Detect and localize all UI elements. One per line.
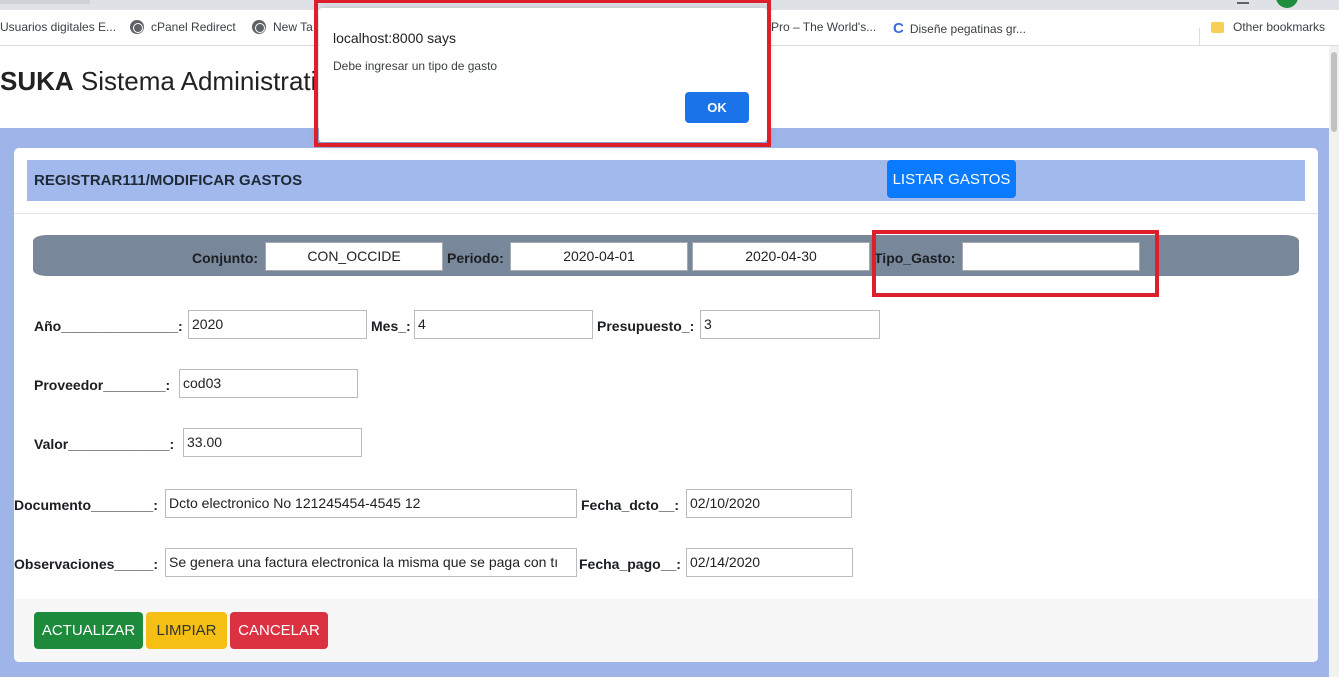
header-divider <box>14 213 1318 214</box>
periodo-label: Periodo: <box>447 250 504 266</box>
documento-label: Documento________: <box>14 497 158 513</box>
bookmark-disene[interactable]: C Diseñe pegatinas gr... <box>893 20 1026 37</box>
bookmark-cpanel[interactable]: cPanel Redirect <box>130 20 236 34</box>
scrollbar-track[interactable] <box>1329 46 1339 677</box>
tab-fragment[interactable] <box>0 0 90 4</box>
conjunto-field[interactable]: CON_OCCIDE <box>265 242 443 271</box>
gastos-card: REGISTRAR111/MODIFICAR GASTOS LISTAR GAS… <box>14 148 1318 662</box>
fecha-pago-label: Fecha_pago__: <box>579 556 681 572</box>
bookmark-label: xPro – The World's... <box>765 20 877 34</box>
bookmark-label: New Ta <box>273 20 313 34</box>
app-title-text: Sistema Administrati <box>80 66 317 96</box>
list-gastos-button[interactable]: LISTAR GASTOS <box>887 160 1016 198</box>
card-title: REGISTRAR111/MODIFICAR GASTOS <box>34 172 303 189</box>
bookmark-label: Diseñe pegatinas gr... <box>909 21 1026 36</box>
bookmark-usuarios[interactable]: Usuarios digitales E... <box>0 20 116 34</box>
bookmark-new-tab[interactable]: New Ta <box>252 20 313 34</box>
conjunto-label: Conjunto: <box>192 250 259 266</box>
proveedor-field[interactable]: cod03 <box>179 369 358 398</box>
fecha-dcto-label: Fecha_dcto__: <box>581 497 680 513</box>
periodo-start-field[interactable]: 2020-04-01 <box>510 242 688 271</box>
documento-field[interactable]: Dcto electronico No 121245454-4545 12 <box>165 489 577 518</box>
bookmark-xpro[interactable]: xPro – The World's... <box>765 20 876 34</box>
presupuesto-label: Presupuesto_: <box>597 318 695 334</box>
dialog-highlight <box>314 0 771 147</box>
observaciones-label: Observaciones_____: <box>14 556 158 572</box>
tipo-gasto-highlight <box>872 230 1159 297</box>
bookmark-label: cPanel Redirect <box>151 20 236 34</box>
observaciones-field[interactable]: Se genera una factura electronica la mis… <box>165 548 577 577</box>
other-bookmarks[interactable]: Other bookmarks <box>1211 20 1325 34</box>
mes-field[interactable]: 4 <box>414 310 593 339</box>
mes-label: Mes_: <box>371 318 411 334</box>
globe-icon <box>130 20 144 34</box>
update-button[interactable]: ACTUALIZAR <box>34 612 143 649</box>
cancel-button[interactable]: CANCELAR <box>230 612 328 649</box>
c-logo-icon: C <box>893 20 904 37</box>
bookmark-divider <box>1199 28 1200 46</box>
anio-label: Año_______________: <box>34 318 183 334</box>
card-header: REGISTRAR111/MODIFICAR GASTOS <box>27 160 1305 201</box>
other-bookmarks-label: Other bookmarks <box>1233 20 1326 34</box>
profile-avatar[interactable] <box>1276 0 1298 8</box>
presupuesto-field[interactable]: 3 <box>700 310 880 339</box>
fecha-dcto-field[interactable]: 02/10/2020 <box>686 489 852 518</box>
valor-label: Valor_____________: <box>34 436 175 452</box>
fecha-pago-field[interactable]: 02/14/2020 <box>686 548 853 577</box>
folder-icon <box>1211 21 1224 33</box>
app-title: SUKA Sistema Administrati <box>0 66 316 97</box>
bookmark-label: Usuarios digitales E... <box>0 20 117 34</box>
valor-field[interactable]: 33.00 <box>183 428 362 457</box>
scrollbar-thumb[interactable] <box>1331 52 1337 132</box>
globe-icon <box>252 20 266 34</box>
browser-menu-icon[interactable] <box>1237 2 1249 4</box>
proveedor-label: Proveedor________: <box>34 377 171 393</box>
brand-name: SUKA <box>0 66 74 96</box>
periodo-end-field[interactable]: 2020-04-30 <box>692 242 870 271</box>
clear-button[interactable]: LIMPIAR <box>146 612 227 649</box>
anio-field[interactable]: 2020 <box>188 310 367 339</box>
